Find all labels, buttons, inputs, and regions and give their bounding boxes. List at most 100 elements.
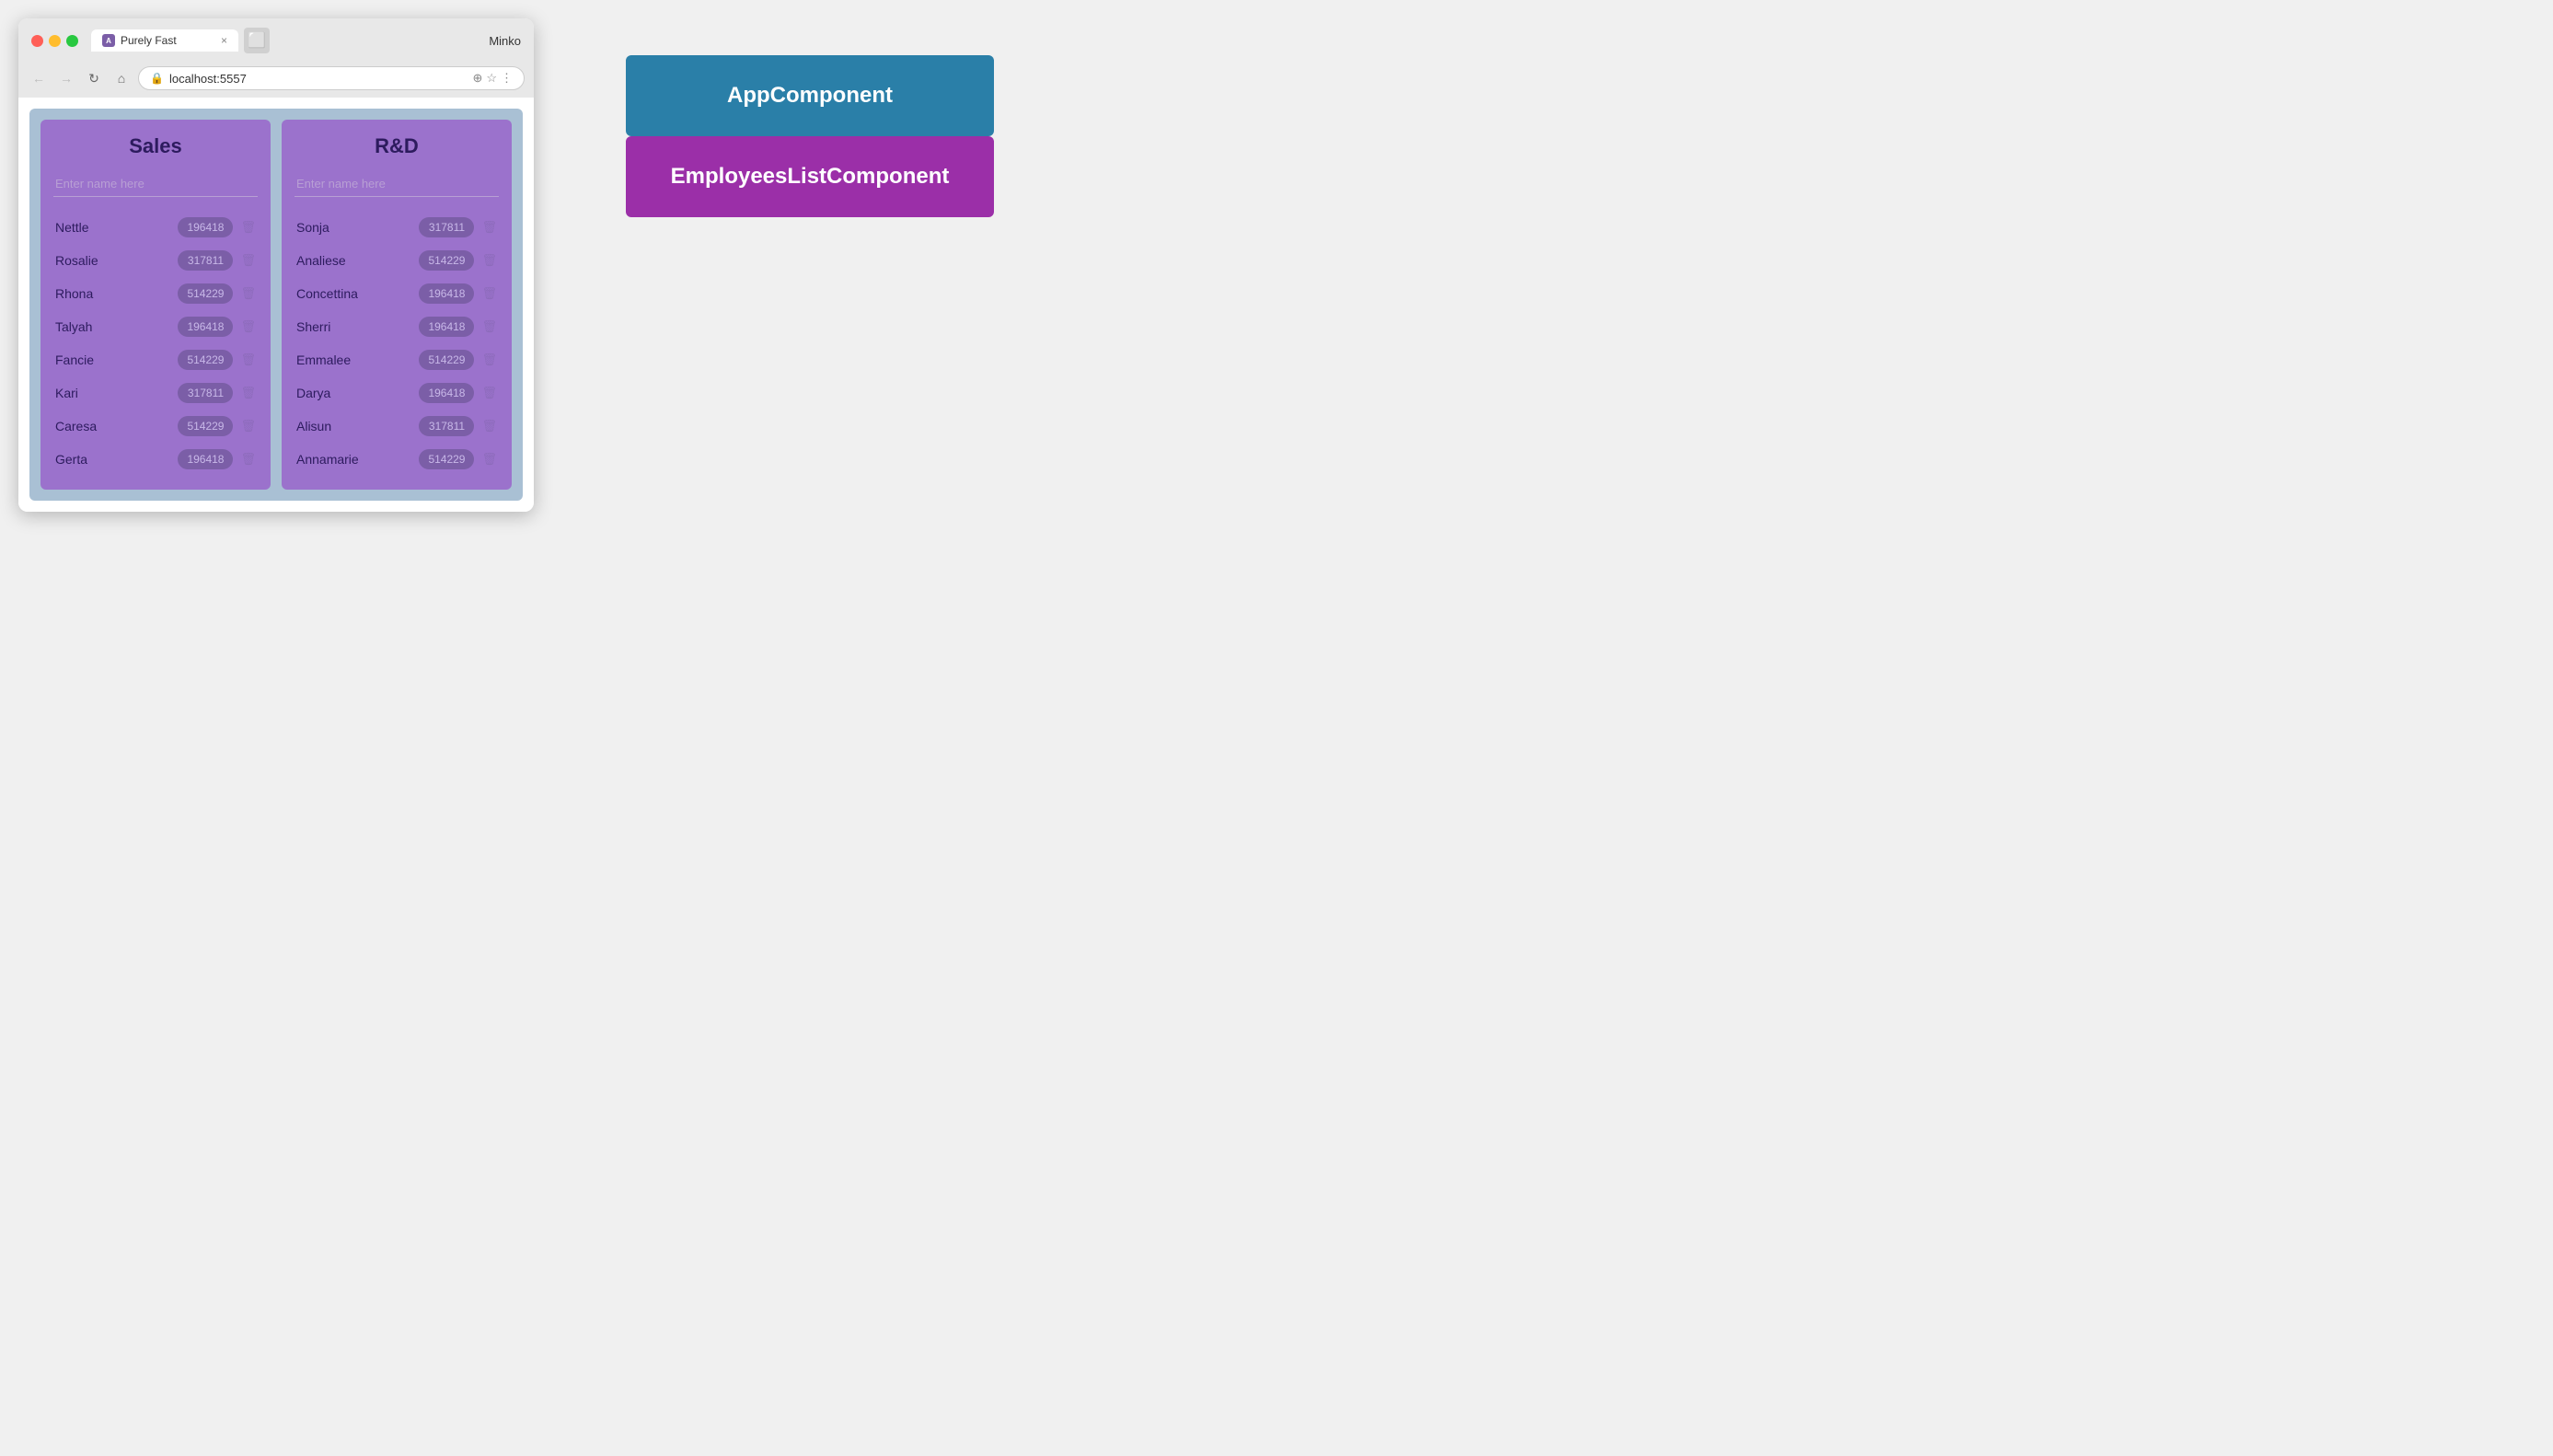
rnd-name-input[interactable] [295,171,499,197]
home-button[interactable]: ⌂ [110,67,133,89]
delete-button[interactable]: 🗑 [481,253,497,268]
employee-badge: 514229 [178,416,233,436]
employee-name: Talyah [55,319,178,334]
employee-name: Darya [296,386,419,400]
rnd-employee-list: Sonja 317811 🗑 Analiese 514229 🗑 Concett… [295,212,499,475]
table-row: Rosalie 317811 🗑 [53,245,258,276]
delete-button[interactable]: 🗑 [481,352,497,367]
employee-name: Concettina [296,286,419,301]
employee-name: Nettle [55,220,178,235]
employee-badge: 317811 [178,250,233,271]
employee-name: Kari [55,386,178,400]
delete-button[interactable]: 🗑 [481,319,497,334]
address-bar[interactable]: 🔒 localhost:5557 ⊕ ☆ ⋮ [138,66,525,90]
employee-name: Emmalee [296,352,419,367]
refresh-button[interactable]: ↻ [83,67,105,89]
address-actions: ⊕ ☆ ⋮ [472,71,513,86]
employee-badge: 514229 [178,283,233,304]
table-row: Rhona 514229 🗑 [53,278,258,309]
employee-name: Sherri [296,319,419,334]
table-row: Kari 317811 🗑 [53,377,258,409]
table-row: Concettina 196418 🗑 [295,278,499,309]
employee-badge: 514229 [178,350,233,370]
app-component-box: AppComponent [626,55,994,136]
employee-badge: 196418 [178,217,233,237]
profile-name: Minko [489,34,521,48]
sales-employee-list: Nettle 196418 🗑 Rosalie 317811 🗑 Rhona 5… [53,212,258,475]
employee-badge: 196418 [419,283,474,304]
employee-badge: 317811 [419,217,474,237]
table-row: Analiese 514229 🗑 [295,245,499,276]
delete-button[interactable]: 🗑 [240,253,256,268]
employee-name: Rosalie [55,253,178,268]
rnd-panel: R&D Sonja 317811 🗑 Analiese 514229 🗑 [282,120,512,490]
delete-button[interactable]: 🗑 [240,220,256,235]
diagram-section: AppComponent EmployeesListComponent [571,18,1049,254]
main-layout: A Purely Fast × ⬜ Minko ← → ↻ ⌂ 🔒 localh… [18,18,1049,512]
delete-button[interactable]: 🗑 [481,220,497,235]
delete-button[interactable]: 🗑 [240,319,256,334]
titlebar-top: A Purely Fast × ⬜ Minko [31,28,521,53]
rnd-title: R&D [295,134,499,158]
forward-button[interactable]: → [55,67,77,89]
table-row: Sherri 196418 🗑 [295,311,499,342]
employee-badge: 196418 [178,317,233,337]
sales-title: Sales [53,134,258,158]
employee-badge: 196418 [178,449,233,469]
table-row: Caresa 514229 🗑 [53,410,258,442]
maximize-button[interactable] [66,35,78,47]
table-row: Alisun 317811 🗑 [295,410,499,442]
delete-button[interactable]: 🗑 [240,452,256,467]
delete-button[interactable]: 🗑 [240,419,256,433]
employee-name: Annamarie [296,452,419,467]
delete-button[interactable]: 🗑 [240,352,256,367]
cast-icon[interactable]: ⊕ [472,71,482,86]
app-component-label: AppComponent [727,83,893,108]
close-button[interactable] [31,35,43,47]
browser-titlebar: A Purely Fast × ⬜ Minko [18,18,534,61]
new-tab-button[interactable]: ⬜ [244,28,270,53]
employee-name: Rhona [55,286,178,301]
browser-content: Sales Nettle 196418 🗑 Rosalie 317811 🗑 [18,98,534,512]
delete-button[interactable]: 🗑 [481,286,497,301]
table-row: Talyah 196418 🗑 [53,311,258,342]
table-row: Fancie 514229 🗑 [53,344,258,376]
back-button[interactable]: ← [28,67,50,89]
delete-button[interactable]: 🗑 [481,386,497,400]
sales-name-input[interactable] [53,171,258,197]
url-text: localhost:5557 [169,72,467,86]
tab-close-button[interactable]: × [221,34,227,47]
employee-name: Analiese [296,253,419,268]
table-row: Emmalee 514229 🗑 [295,344,499,376]
app-container: Sales Nettle 196418 🗑 Rosalie 317811 🗑 [29,109,523,501]
minimize-button[interactable] [49,35,61,47]
sales-panel: Sales Nettle 196418 🗑 Rosalie 317811 🗑 [40,120,271,490]
delete-button[interactable]: 🗑 [240,286,256,301]
browser-tab[interactable]: A Purely Fast × [91,29,238,52]
employee-badge: 317811 [419,416,474,436]
employees-component-box: EmployeesListComponent [626,136,994,217]
employee-badge: 514229 [419,250,474,271]
delete-button[interactable]: 🗑 [481,419,497,433]
employees-component-label: EmployeesListComponent [671,164,950,189]
new-tab-icon: ⬜ [248,31,266,50]
table-row: Darya 196418 🗑 [295,377,499,409]
more-icon[interactable]: ⋮ [501,71,513,86]
bookmark-icon[interactable]: ☆ [486,71,497,86]
employee-badge: 196418 [419,317,474,337]
table-row: Sonja 317811 🗑 [295,212,499,243]
tab-favicon-icon: A [102,34,115,47]
employee-name: Sonja [296,220,419,235]
table-row: Annamarie 514229 🗑 [295,444,499,475]
browser-navbar: ← → ↻ ⌂ 🔒 localhost:5557 ⊕ ☆ ⋮ [18,61,534,98]
lock-icon: 🔒 [150,72,164,85]
tab-area: A Purely Fast × ⬜ [91,28,489,53]
employee-name: Fancie [55,352,178,367]
table-row: Gerta 196418 🗑 [53,444,258,475]
tab-title: Purely Fast [121,34,212,47]
employee-name: Alisun [296,419,419,433]
employee-badge: 317811 [178,383,233,403]
employee-badge: 514229 [419,350,474,370]
delete-button[interactable]: 🗑 [240,386,256,400]
delete-button[interactable]: 🗑 [481,452,497,467]
